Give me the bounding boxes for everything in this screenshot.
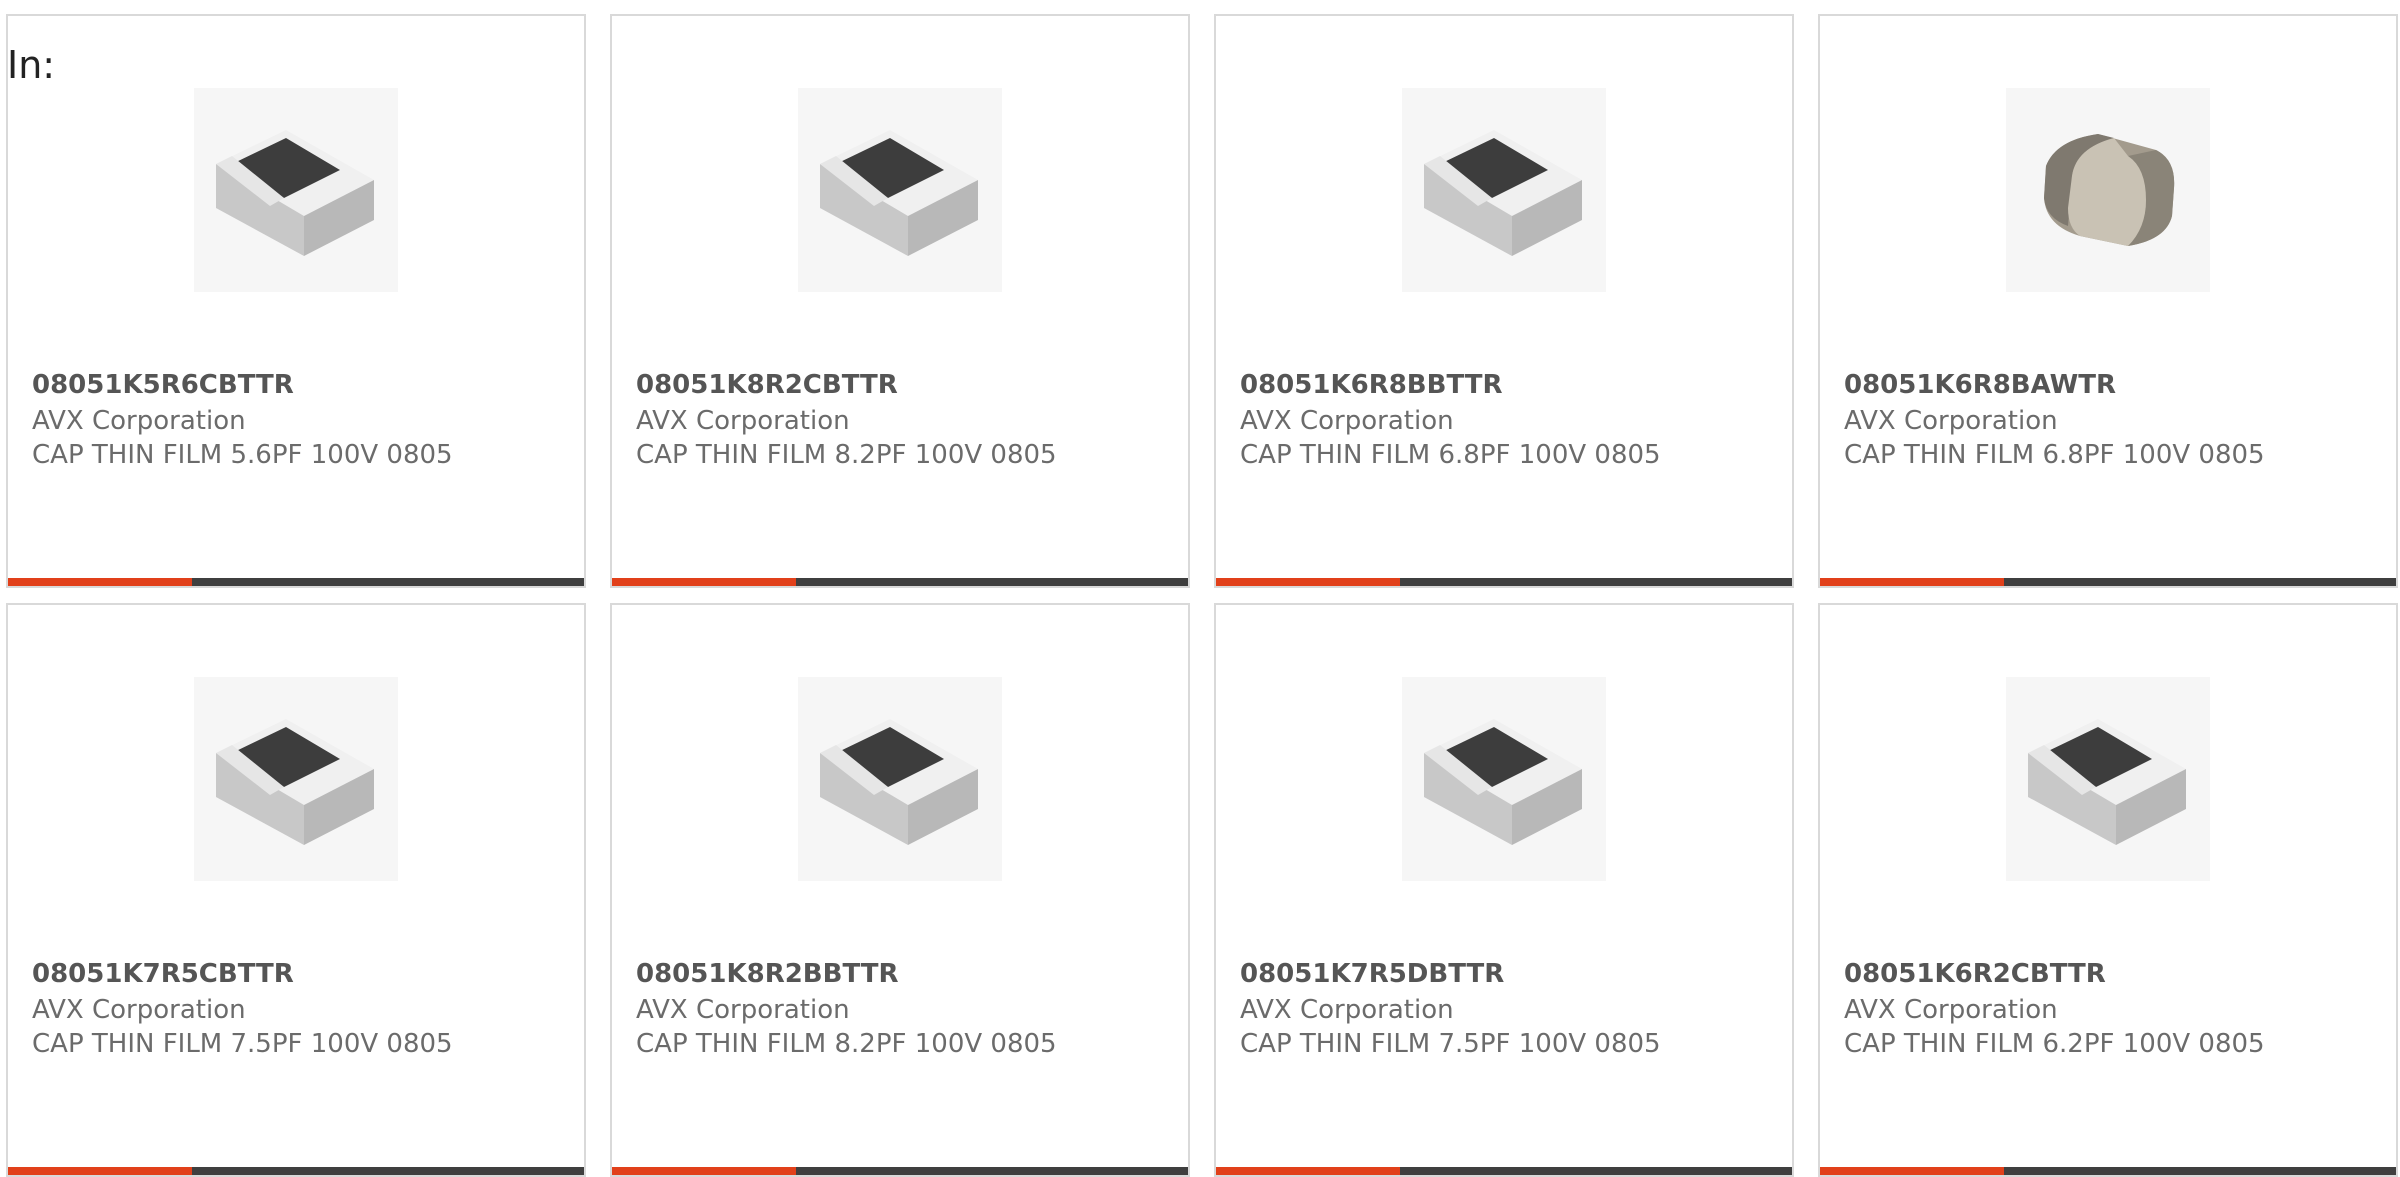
product-card[interactable]: 08051K8R2BBTTR AVX Corporation CAP THIN …	[610, 603, 1190, 1177]
card-progress-fill	[612, 578, 797, 586]
part-number[interactable]: 08051K6R2CBTTR	[1844, 959, 2106, 989]
part-description: CAP THIN FILM 7.5PF 100V 0805	[32, 1029, 453, 1059]
product-card[interactable]: 08051K6R8BBTTR AVX Corporation CAP THIN …	[1214, 14, 1794, 588]
card-progress-fill	[1820, 1167, 2005, 1175]
chip-resistor-icon	[1402, 677, 1606, 881]
card-progress-fill	[1820, 578, 2005, 586]
card-progress-fill	[8, 578, 193, 586]
product-card[interactable]: 08051K5R6CBTTR AVX Corporation CAP THIN …	[6, 14, 586, 588]
chip-resistor-icon	[1402, 88, 1606, 292]
chip-resistor-icon	[2006, 677, 2210, 881]
chip-resistor-icon	[194, 677, 398, 881]
part-description: CAP THIN FILM 6.8PF 100V 0805	[1240, 440, 1661, 470]
part-number[interactable]: 08051K7R5CBTTR	[32, 959, 294, 989]
manufacturer-name: AVX Corporation	[32, 995, 246, 1025]
product-card[interactable]: 08051K6R8BAWTR AVX Corporation CAP THIN …	[1818, 14, 2398, 588]
search-scope-label: In:	[7, 43, 56, 87]
part-number[interactable]: 08051K5R6CBTTR	[32, 370, 294, 400]
part-number[interactable]: 08051K6R8BAWTR	[1844, 370, 2116, 400]
part-number[interactable]: 08051K7R5DBTTR	[1240, 959, 1504, 989]
manufacturer-name: AVX Corporation	[636, 995, 850, 1025]
part-description: CAP THIN FILM 8.2PF 100V 0805	[636, 1029, 1057, 1059]
part-description: CAP THIN FILM 6.2PF 100V 0805	[1844, 1029, 2265, 1059]
product-card[interactable]: 08051K7R5DBTTR AVX Corporation CAP THIN …	[1214, 603, 1794, 1177]
part-description: CAP THIN FILM 8.2PF 100V 0805	[636, 440, 1057, 470]
ceramic-capacitor-icon	[2006, 88, 2210, 292]
card-progress-bar	[1216, 1167, 1792, 1175]
chip-resistor-icon	[798, 88, 1002, 292]
manufacturer-name: AVX Corporation	[32, 406, 246, 436]
part-number[interactable]: 08051K8R2BBTTR	[636, 959, 899, 989]
product-grid: 08051K5R6CBTTR AVX Corporation CAP THIN …	[0, 0, 2400, 1177]
product-card[interactable]: 08051K7R5CBTTR AVX Corporation CAP THIN …	[6, 603, 586, 1177]
manufacturer-name: AVX Corporation	[1844, 995, 2058, 1025]
manufacturer-name: AVX Corporation	[636, 406, 850, 436]
card-progress-bar	[612, 1167, 1188, 1175]
manufacturer-name: AVX Corporation	[1240, 406, 1454, 436]
part-number[interactable]: 08051K8R2CBTTR	[636, 370, 898, 400]
product-card[interactable]: 08051K6R2CBTTR AVX Corporation CAP THIN …	[1818, 603, 2398, 1177]
part-description: CAP THIN FILM 5.6PF 100V 0805	[32, 440, 453, 470]
card-progress-fill	[612, 1167, 797, 1175]
card-progress-bar	[1216, 578, 1792, 586]
card-progress-bar	[612, 578, 1188, 586]
part-description: CAP THIN FILM 6.8PF 100V 0805	[1844, 440, 2265, 470]
card-progress-bar	[1820, 578, 2396, 586]
manufacturer-name: AVX Corporation	[1844, 406, 2058, 436]
chip-resistor-icon	[798, 677, 1002, 881]
card-progress-fill	[1216, 1167, 1401, 1175]
part-description: CAP THIN FILM 7.5PF 100V 0805	[1240, 1029, 1661, 1059]
card-progress-bar	[8, 578, 584, 586]
card-progress-fill	[1216, 578, 1401, 586]
part-number[interactable]: 08051K6R8BBTTR	[1240, 370, 1503, 400]
product-card[interactable]: 08051K8R2CBTTR AVX Corporation CAP THIN …	[610, 14, 1190, 588]
card-progress-bar	[8, 1167, 584, 1175]
card-progress-fill	[8, 1167, 193, 1175]
chip-resistor-icon	[194, 88, 398, 292]
card-progress-bar	[1820, 1167, 2396, 1175]
manufacturer-name: AVX Corporation	[1240, 995, 1454, 1025]
